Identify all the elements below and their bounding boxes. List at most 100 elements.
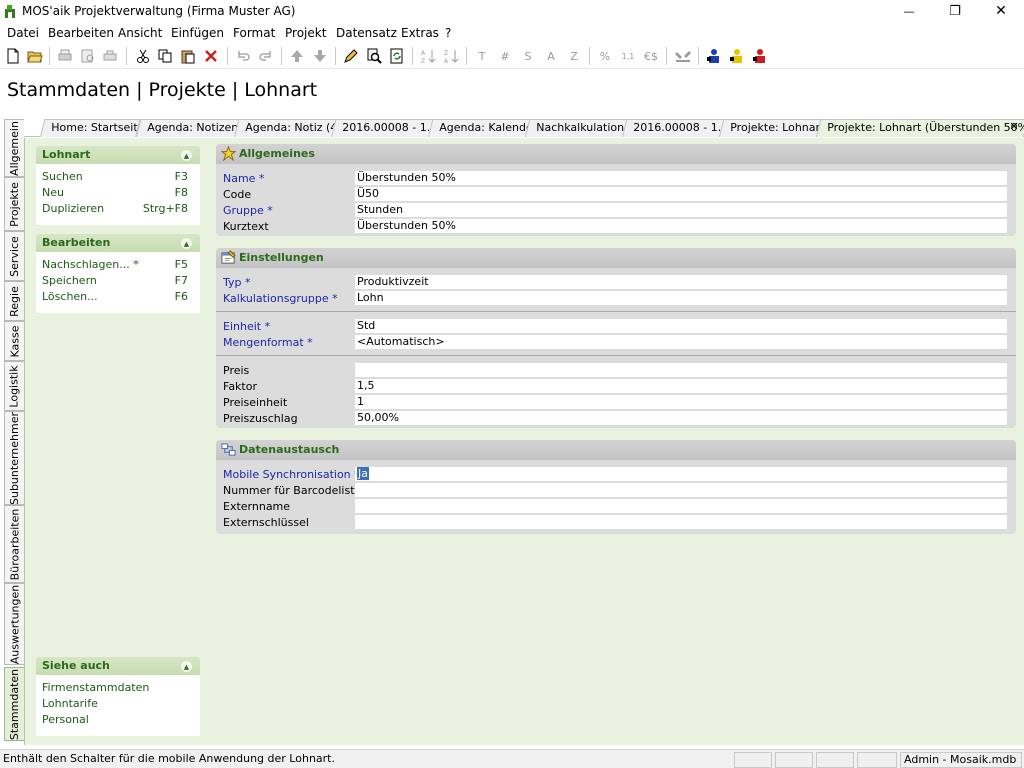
open-button[interactable] [25,46,45,66]
section-header[interactable]: Einstellungen [216,248,1016,268]
new-document-icon [7,48,19,64]
move-down-button[interactable] [310,46,330,66]
tab-nachkalkulation[interactable]: Nachkalkulation: A [525,119,630,137]
format-t-button[interactable]: T [472,46,492,66]
panel-header[interactable]: Bearbeiten ▲ [36,234,200,252]
link-firmenstammdaten[interactable]: Firmenstammdaten [42,681,200,697]
mobile-synchronisation-input[interactable]: Ja [355,467,1007,481]
collapse-icon[interactable]: ▲ [181,150,192,161]
user-red-button[interactable] [750,46,770,66]
section-header[interactable]: Datenaustausch [216,440,1016,460]
currency-button[interactable]: €$ [641,46,661,66]
print-button[interactable] [55,46,75,66]
gruppe-input[interactable]: Stunden [355,203,1007,217]
sort-descending-button[interactable]: ZA [441,46,461,66]
print-preview-button[interactable] [78,46,98,66]
preis-input[interactable] [355,363,1007,377]
section-header[interactable]: Allgemeines [216,144,1016,164]
tab-projekte-lohnart-ueberstunden[interactable]: Projekte: Lohnart (Überstunden 50%) [816,119,1024,137]
sort-ascending-button[interactable]: AZ [418,46,438,66]
decimal-button[interactable]: 1,1 [618,46,638,66]
task-duplizieren[interactable]: Duplizieren Strg+F8 [42,202,200,218]
new-document-button[interactable] [3,46,23,66]
cut-button[interactable] [133,46,153,66]
menu-bearbeiten[interactable]: Bearbeiten [48,26,114,40]
tab-close-button[interactable]: ✕ [1007,120,1021,134]
externschluessel-input[interactable] [355,515,1007,529]
edit-button[interactable] [341,46,361,66]
link-personal[interactable]: Personal [42,713,200,729]
menu-format[interactable]: Format [233,26,275,40]
menu-projekt[interactable]: Projekt [285,26,326,40]
sort-descending-icon: ZA [444,50,459,64]
move-up-button[interactable] [287,46,307,66]
close-window-button[interactable]: ✕ [978,0,1024,22]
kalkulationsgruppe-input[interactable]: Lohn [355,291,1007,305]
menu-help[interactable]: ? [445,26,451,40]
link-lohntarife[interactable]: Lohntarife [42,697,200,713]
print-setup-button[interactable] [100,46,120,66]
user-yellow-button[interactable] [727,46,747,66]
kurztext-input[interactable]: Überstunden 50% [355,219,1007,233]
preiszuschlag-input[interactable]: 50,00% [355,411,1007,425]
vtab-kasse[interactable]: Kasse [4,321,24,361]
externname-input[interactable] [355,499,1007,513]
format-s-button[interactable]: S [518,46,538,66]
collapse-icon[interactable]: ▲ [181,238,192,249]
tab-home-startseite[interactable]: Home: Startseite [40,119,141,137]
menu-einfuegen[interactable]: Einfügen [171,26,224,40]
refresh-button[interactable] [387,46,407,66]
vtab-bueroarbeiten[interactable]: Büroarbeiten [4,505,24,583]
panel-header[interactable]: Lohnart ▲ [36,146,200,164]
menu-datei[interactable]: Datei [7,26,39,40]
format-a-button[interactable]: A [541,46,561,66]
task-speichern[interactable]: Speichern F7 [42,274,200,290]
user-blue-button[interactable] [704,46,724,66]
minimize-button[interactable]: — [886,0,932,22]
vtab-subunternehmer[interactable]: Subunternehmer [4,411,24,505]
vtab-regie[interactable]: Regie [4,281,24,321]
name-input[interactable]: Überstunden 50% [355,171,1007,185]
vtab-stammdaten[interactable]: Stammdaten [4,667,24,741]
code-input[interactable]: Ü50 [355,187,1007,201]
vtab-auswertungen[interactable]: Auswertungen [4,583,24,665]
format-hash-button[interactable]: # [495,46,515,66]
delete-button[interactable] [201,46,221,66]
vtab-label: Auswertungen [8,584,21,664]
vtab-service[interactable]: Service [4,231,24,281]
percent-button[interactable]: % [595,46,615,66]
maximize-button[interactable]: ❐ [932,0,978,22]
tab-projekt-2016-00008-2[interactable]: 2016.00008 - 1. A [622,119,727,137]
undo-button[interactable] [233,46,253,66]
copy-button[interactable] [155,46,175,66]
preiseinheit-input[interactable]: 1 [355,395,1007,409]
vtab-logistik[interactable]: Logistik [4,361,24,411]
redo-button[interactable] [256,46,276,66]
task-nachschlagen[interactable]: Nachschlagen... * F5 [42,258,200,274]
panel-header[interactable]: Siehe auch ▲ [36,657,200,675]
collapse-icon[interactable]: ▲ [181,661,192,672]
tab-projekt-2016-00008[interactable]: 2016.00008 - 1. A [331,119,436,137]
paste-button[interactable] [178,46,198,66]
vtab-allgemein[interactable]: Allgemein [4,119,24,177]
field-faktor: Faktor 1,5 [216,379,1016,395]
tab-agenda-notizen[interactable]: Agenda: Notizen P [136,119,241,137]
menu-datensatz[interactable]: Datensatz [336,26,397,40]
menu-extras[interactable]: Extras [401,26,439,40]
tab-projekte-lohnart[interactable]: Projekte: Lohnart [719,119,824,137]
barcodeliste-input[interactable] [355,483,1007,497]
einheit-input[interactable]: Std [355,319,1007,333]
task-neu[interactable]: Neu F8 [42,186,200,202]
task-loeschen[interactable]: Löschen... F6 [42,290,200,306]
typ-input[interactable]: Produktivzeit [355,275,1007,289]
mengenformat-input[interactable]: <Automatisch> [355,335,1007,349]
find-button[interactable] [364,46,384,66]
format-z-button[interactable]: Z [564,46,584,66]
tools-button[interactable] [673,46,693,66]
menu-ansicht[interactable]: Ansicht [118,26,162,40]
tab-agenda-kalender[interactable]: Agenda: Kalender [428,119,533,137]
task-suchen[interactable]: Suchen F3 [42,170,200,186]
tab-agenda-notiz[interactable]: Agenda: Notiz (46 [234,119,339,137]
vtab-projekte[interactable]: Projekte [4,177,24,231]
faktor-input[interactable]: 1,5 [355,379,1007,393]
